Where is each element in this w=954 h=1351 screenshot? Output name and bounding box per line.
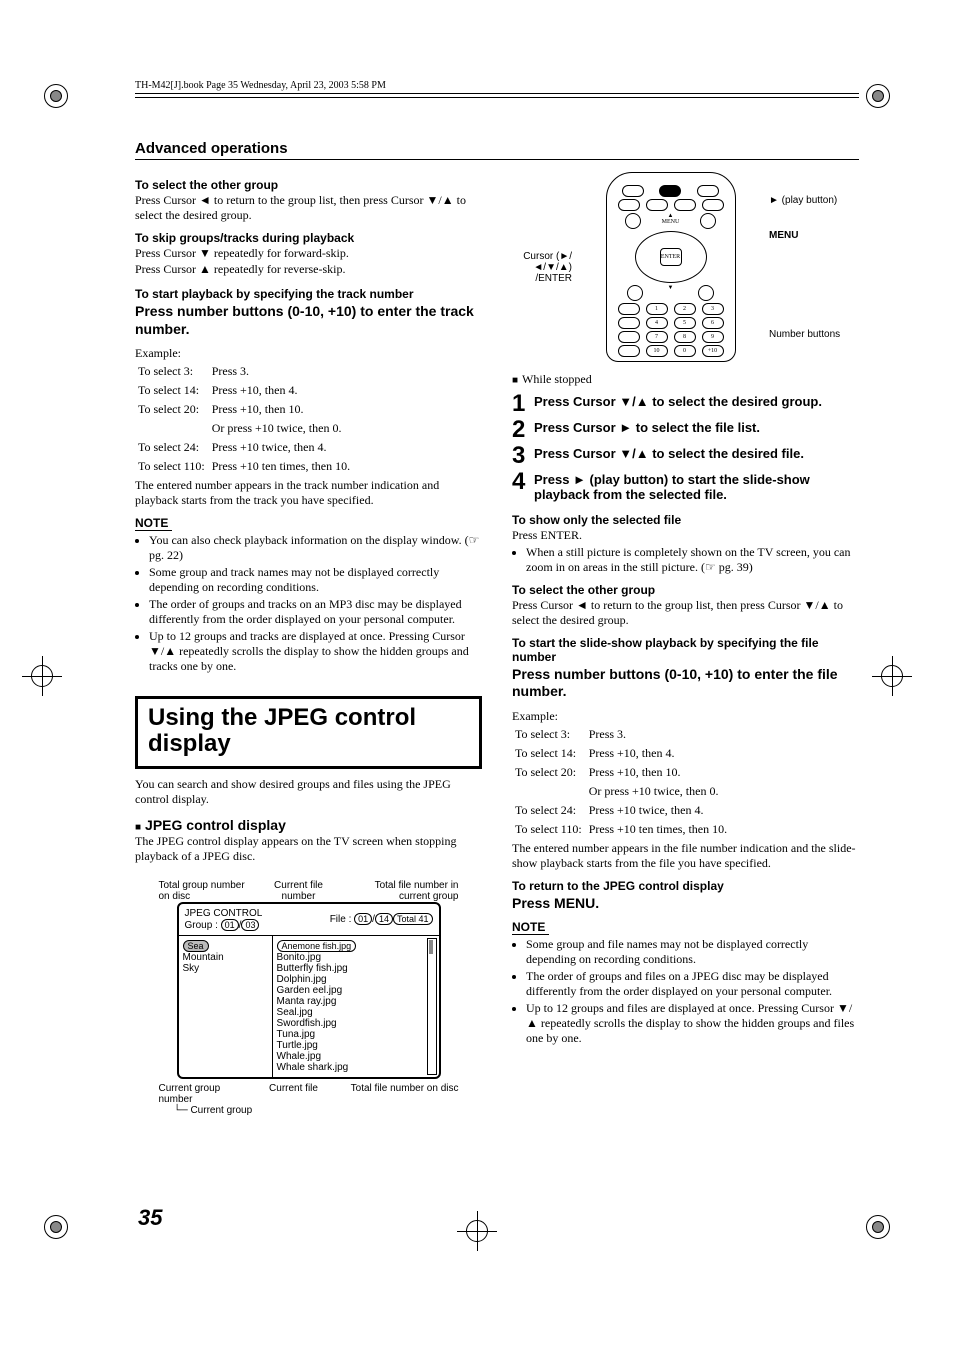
instruction: Press number buttons (0-10, +10) to ente… [135, 303, 482, 338]
note-item: Up to 12 groups and files are displayed … [526, 1001, 859, 1046]
left-column: To select the other group Press Cursor ◄… [135, 170, 482, 1124]
crosshair-icon [457, 1211, 497, 1251]
note-list: You can also check playback information … [135, 533, 482, 674]
header-stamp: TH-M42[J].book Page 35 Wednesday, April … [135, 80, 859, 91]
note-heading: NOTE [512, 920, 549, 935]
paragraph: Press ENTER. [512, 528, 859, 543]
note-item: The order of groups and files on a JPEG … [526, 969, 859, 999]
step: 3Press Cursor ▼/▲ to select the desired … [512, 446, 859, 466]
step: 1Press Cursor ▼/▲ to select the desired … [512, 394, 859, 414]
paragraph: Press Cursor ▼ repeatedly for forward-sk… [135, 246, 482, 261]
subheading: ■JPEG control display [135, 817, 482, 833]
subheading: To select the other group [135, 178, 482, 192]
feature-title-box: Using the JPEG control display [135, 696, 482, 769]
subheading: To start the slide-show playback by spec… [512, 636, 859, 664]
page: TH-M42[J].book Page 35 Wednesday, April … [0, 0, 954, 1351]
note-item: You can also check playback information … [149, 533, 482, 563]
regmark-icon [864, 1213, 892, 1241]
page-number: 35 [138, 1205, 162, 1231]
note-item: Some group and file names may not be dis… [526, 937, 859, 967]
paragraph: You can search and show desired groups a… [135, 777, 482, 807]
group-item: Sky [183, 963, 200, 974]
file-list: Anemone fish.jpg Bonito.jpg Butterfly fi… [273, 936, 439, 1077]
crosshair-icon [872, 656, 912, 696]
menu-label: MENU [769, 230, 859, 241]
regmark-icon [42, 1213, 70, 1241]
annotation-row: └─ Current group [144, 1105, 474, 1116]
crosshair-icon [22, 656, 62, 696]
note-item: Up to 12 groups and tracks are displayed… [149, 629, 482, 674]
example-label: Example: [512, 709, 859, 724]
remote-icon: ▲MENU ENTER ▼ 123 456 789 100+10 [606, 172, 736, 362]
number-buttons-label: Number buttons [769, 329, 859, 340]
paragraph: Press Cursor ◄ to return to the group li… [135, 193, 482, 223]
annotation-row: Total group number on disc Current file … [159, 880, 459, 902]
right-column: Cursor (►/◄/▼/▲) /ENTER ▲MENU ENTER ▼ 12… [512, 170, 859, 1124]
square-bullet-icon: ■ [135, 822, 141, 833]
bullet-item: When a still picture is completely shown… [526, 545, 859, 575]
step: 4Press ► (play button) to start the slid… [512, 472, 859, 503]
paragraph: Press Cursor ◄ to return to the group li… [512, 598, 859, 628]
jpeg-panel: JPEG CONTROL Group : 01/03 File : 01/14T… [177, 902, 441, 1079]
paragraph: The JPEG control display appears on the … [135, 834, 482, 864]
bullet-list: When a still picture is completely shown… [512, 545, 859, 575]
panel-title: JPEG CONTROL [185, 908, 263, 919]
scrollbar-icon [427, 938, 437, 1075]
instruction: Press MENU. [512, 895, 859, 913]
note-list: Some group and file names may not be dis… [512, 937, 859, 1046]
remote-diagram: Cursor (►/◄/▼/▲) /ENTER ▲MENU ENTER ▼ 12… [512, 172, 859, 362]
group-item-selected: Sea [183, 940, 209, 952]
paragraph: The entered number appears in the track … [135, 478, 482, 508]
section-title: Advanced operations [135, 140, 859, 160]
example-table: To select 3:Press 3. To select 14:Press … [135, 361, 356, 477]
subheading: To return to the JPEG control display [512, 879, 859, 893]
note-heading: NOTE [135, 516, 172, 531]
group-item: Mountain [183, 952, 224, 963]
file-item-selected: Anemone fish.jpg [277, 940, 357, 952]
jpeg-control-diagram: Total group number on disc Current file … [135, 872, 482, 1124]
subheading: To start playback by specifying the trac… [135, 287, 482, 301]
step: 2Press Cursor ► to select the file list. [512, 420, 859, 440]
play-label: ► (play button) [769, 195, 859, 206]
note-item: The order of groups and tracks on an MP3… [149, 597, 482, 627]
annotation-row: Current group number Current file Total … [159, 1083, 459, 1105]
context-label: ■While stopped [512, 372, 859, 388]
subheading: To skip groups/tracks during playback [135, 231, 482, 245]
regmark-icon [864, 82, 892, 110]
cursor-label: Cursor (►/◄/▼/▲) /ENTER [512, 251, 572, 284]
subheading: To show only the selected file [512, 513, 859, 527]
example-table: To select 3:Press 3. To select 14:Press … [512, 724, 733, 840]
instruction: Press number buttons (0-10, +10) to ente… [512, 666, 859, 701]
paragraph: Press Cursor ▲ repeatedly for reverse-sk… [135, 262, 482, 277]
paragraph: The entered number appears in the file n… [512, 841, 859, 871]
example-label: Example: [135, 346, 482, 361]
note-item: Some group and track names may not be di… [149, 565, 482, 595]
group-list: Sea Mountain Sky [179, 936, 273, 1077]
divider [135, 93, 859, 100]
regmark-icon [42, 82, 70, 110]
subheading: To select the other group [512, 583, 859, 597]
